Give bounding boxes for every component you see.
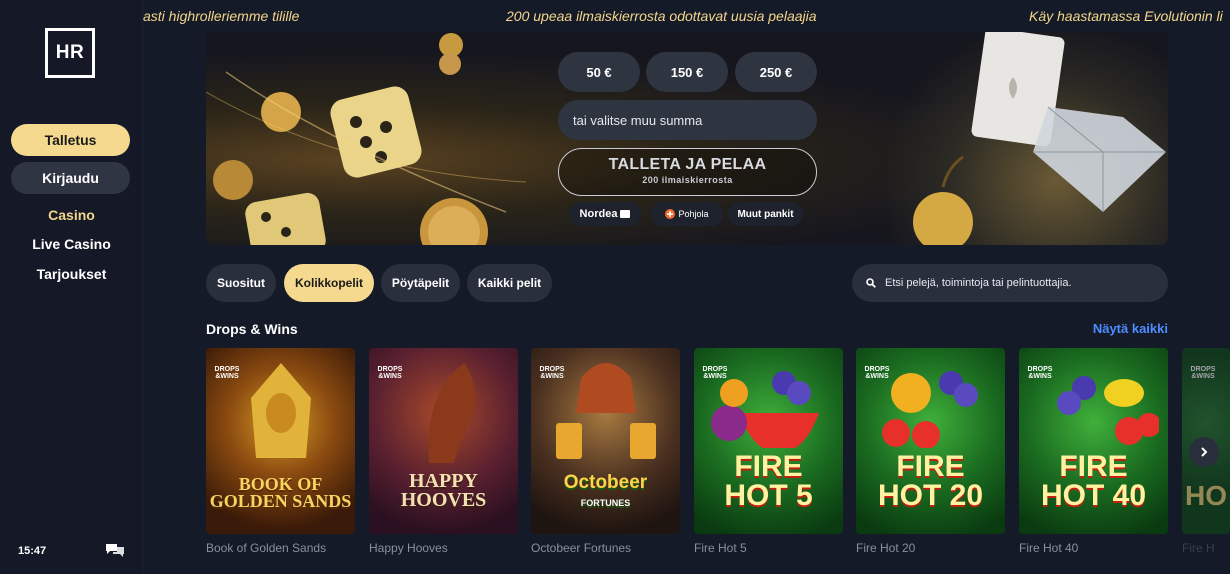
badge-text: DROPS &WINS — [1190, 366, 1216, 380]
game-logo: FIRE HOT 5 — [724, 450, 813, 512]
amount-50-button[interactable]: 50 € — [558, 52, 640, 92]
bank-label: Pohjola — [678, 209, 709, 219]
bank-label: Nordea — [579, 208, 618, 220]
game-title[interactable]: Fire Hot 40 — [1019, 541, 1078, 555]
filter-all-games[interactable]: Kaikki pelit — [467, 264, 552, 302]
clock: 15:47 — [18, 545, 47, 557]
game-card[interactable]: DROPS &WINS FIRE HOT 5 — [694, 348, 843, 534]
deposit-button[interactable]: Talletus — [11, 124, 130, 156]
waitress-illustration — [556, 363, 656, 459]
horse-illustration — [428, 363, 476, 463]
site-logo[interactable]: HR — [45, 28, 95, 78]
badge-text: DROPS &WINS — [214, 366, 240, 380]
nav-item-casino[interactable]: Casino — [0, 207, 143, 223]
chevron-right-icon — [1201, 447, 1208, 457]
search-input[interactable] — [885, 264, 1160, 302]
promo-marquee: asti highrolleriemme tilille 200 upeaa i… — [143, 0, 1230, 32]
game-card[interactable]: DROPS &WINS FIRE HOT 20 — [856, 348, 1005, 534]
game-search — [852, 264, 1168, 302]
see-all-link[interactable]: Näytä kaikki — [1093, 321, 1168, 336]
game-logo: HAPPY HOOVES — [400, 470, 487, 511]
dice-coins-illustration — [206, 33, 526, 245]
game-title[interactable]: Fire Hot 5 — [694, 541, 747, 555]
game-card[interactable]: DROPS &WINS Octobeer FORTUNES — [531, 348, 680, 534]
section-title: Drops & Wins — [206, 321, 298, 337]
marquee-text: asti highrolleriemme tilille — [143, 8, 300, 24]
fruits-illustration — [711, 371, 819, 448]
game-title[interactable]: Fire H — [1182, 541, 1215, 555]
chat-icon[interactable] — [105, 543, 125, 559]
cta-sublabel: 200 ilmaiskierrosta — [642, 175, 733, 185]
carousel-next-button[interactable] — [1189, 437, 1219, 467]
pharaoh-illustration — [251, 363, 311, 458]
game-card[interactable]: DROPS &WINS HAPPY HOOVES — [369, 348, 518, 534]
amount-150-button[interactable]: 150 € — [646, 52, 728, 92]
amount-250-button[interactable]: 250 € — [735, 52, 817, 92]
cards-diamond-illustration — [913, 32, 1166, 245]
deposit-and-play-button[interactable]: TALLETA JA PELAA 200 ilmaiskierrosta — [558, 148, 817, 196]
nordea-logo-icon — [620, 210, 631, 218]
fruits-illustration — [1057, 376, 1159, 445]
search-icon — [866, 278, 876, 288]
deposit-banner: 50 € 150 € 250 € TALLETA JA PELAA 200 il… — [206, 32, 1168, 245]
game-logo: BOOK OF GOLDEN SANDS — [209, 473, 352, 511]
filter-table-games[interactable]: Pöytäpelit — [381, 264, 460, 302]
game-logo: HO — [1185, 480, 1227, 512]
drops-wins-badge: DROPS &WINS — [1188, 354, 1218, 386]
game-title[interactable]: Octobeer Fortunes — [531, 541, 631, 555]
game-title[interactable]: Fire Hot 20 — [856, 541, 915, 555]
game-logo: FIRE HOT 40 — [1040, 450, 1147, 512]
sidebar: HR Talletus Kirjaudu Casino Live Casino … — [0, 0, 143, 574]
filter-slots[interactable]: Kolikkopelit — [284, 264, 374, 302]
nav-item-offers[interactable]: Tarjoukset — [0, 266, 143, 282]
game-title[interactable]: Book of Golden Sands — [206, 541, 326, 555]
marquee-text: 200 upeaa ilmaiskierrosta odottavat uusi… — [506, 8, 817, 24]
login-button[interactable]: Kirjaudu — [11, 162, 130, 194]
game-title[interactable]: Happy Hooves — [369, 541, 448, 555]
bank-nordea-button[interactable]: Nordea — [569, 202, 641, 226]
game-logo: FIRE HOT 20 — [877, 450, 984, 512]
fruits-illustration — [882, 371, 978, 448]
pohjola-logo-icon — [665, 209, 676, 219]
marquee-text: Käy haastamassa Evolutionin li — [1029, 8, 1223, 24]
custom-amount-input[interactable] — [558, 100, 817, 140]
nav-item-live-casino[interactable]: Live Casino — [0, 236, 143, 252]
drops-wins-badge: DROPS &WINS — [212, 354, 242, 386]
game-card[interactable]: DROPS &WINS BOOK OF GOLDEN SANDS — [206, 348, 355, 534]
cta-label: TALLETA JA PELAA — [608, 156, 767, 173]
game-logo: Octobeer FORTUNES — [563, 471, 648, 508]
drops-wins-badge: DROPS &WINS — [375, 354, 405, 386]
other-banks-button[interactable]: Muut pankit — [728, 202, 803, 226]
badge-text: DROPS &WINS — [377, 366, 403, 380]
game-card[interactable]: DROPS &WINS FIRE HOT 40 — [1019, 348, 1168, 534]
filter-popular[interactable]: Suositut — [206, 264, 276, 302]
bank-pohjola-button[interactable]: Pohjola — [651, 202, 723, 226]
